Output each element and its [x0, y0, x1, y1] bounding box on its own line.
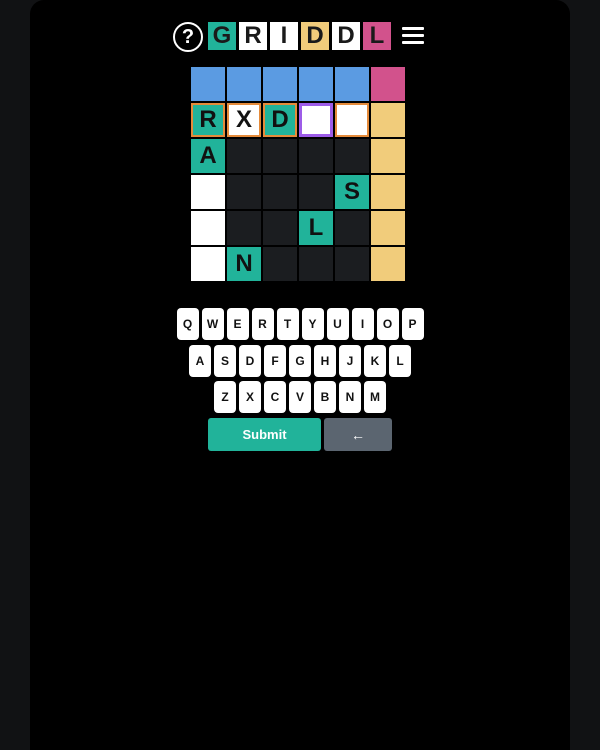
grid-cell[interactable]: N — [227, 247, 261, 281]
keyboard-row: ZXCVBNM — [0, 381, 600, 413]
grid-cell[interactable] — [335, 211, 369, 245]
grid-cell[interactable]: L — [299, 211, 333, 245]
key-x[interactable]: X — [239, 381, 261, 413]
grid-cell[interactable] — [335, 103, 369, 137]
key-n[interactable]: N — [339, 381, 361, 413]
key-e[interactable]: E — [226, 308, 249, 340]
key-d[interactable]: D — [239, 345, 261, 377]
key-m[interactable]: M — [364, 381, 386, 413]
row-clue-cell[interactable] — [371, 103, 405, 137]
key-s[interactable]: S — [214, 345, 236, 377]
grid-cell[interactable] — [263, 211, 297, 245]
grid-cell[interactable]: D — [263, 103, 297, 137]
column-clue-cell[interactable] — [299, 67, 333, 101]
logo-letter-tile: I — [270, 22, 298, 50]
logo-letter-tile: D — [301, 22, 329, 50]
submit-button[interactable]: Submit — [208, 418, 321, 451]
keyboard-action-row: Submit ← — [0, 418, 600, 451]
key-r[interactable]: R — [251, 308, 274, 340]
grid-cell[interactable] — [299, 247, 333, 281]
key-v[interactable]: V — [289, 381, 311, 413]
grid-cell[interactable] — [227, 139, 261, 173]
key-z[interactable]: Z — [214, 381, 236, 413]
grid-cell[interactable] — [299, 175, 333, 209]
grid-cell[interactable] — [335, 247, 369, 281]
hamburger-icon[interactable] — [402, 27, 424, 45]
key-q[interactable]: Q — [176, 308, 199, 340]
grid-cell[interactable] — [227, 211, 261, 245]
key-k[interactable]: K — [364, 345, 386, 377]
grid-cell[interactable] — [191, 247, 225, 281]
key-i[interactable]: I — [351, 308, 374, 340]
key-t[interactable]: T — [276, 308, 299, 340]
keyboard-row: ASDFGHJKL — [0, 345, 600, 377]
row-clue-cell[interactable] — [371, 175, 405, 209]
grid-cell[interactable] — [191, 175, 225, 209]
grid-cell[interactable] — [335, 139, 369, 173]
grid-cell[interactable] — [191, 211, 225, 245]
backspace-key[interactable]: ← — [324, 418, 392, 451]
grid-cell[interactable]: X — [227, 103, 261, 137]
row-clue-cell[interactable] — [371, 247, 405, 281]
key-f[interactable]: F — [264, 345, 286, 377]
key-l[interactable]: L — [389, 345, 411, 377]
grid-cell[interactable]: S — [335, 175, 369, 209]
grid-cell[interactable] — [263, 139, 297, 173]
column-clue-cell[interactable] — [335, 67, 369, 101]
key-y[interactable]: Y — [301, 308, 324, 340]
grid-cell[interactable] — [299, 139, 333, 173]
grid-cell[interactable] — [299, 103, 333, 137]
logo-letter-tile: L — [363, 22, 391, 50]
key-u[interactable]: U — [326, 308, 349, 340]
corner-clue-cell[interactable] — [371, 67, 405, 101]
column-clue-cell[interactable] — [263, 67, 297, 101]
key-b[interactable]: B — [314, 381, 336, 413]
key-h[interactable]: H — [314, 345, 336, 377]
key-c[interactable]: C — [264, 381, 286, 413]
column-clue-cell[interactable] — [191, 67, 225, 101]
grid-cell[interactable] — [263, 175, 297, 209]
row-clue-cell[interactable] — [371, 211, 405, 245]
puzzle-grid: RXD A SL N — [191, 67, 405, 281]
key-w[interactable]: W — [201, 308, 224, 340]
logo-letter-tile: D — [332, 22, 360, 50]
grid-cell[interactable] — [263, 247, 297, 281]
column-clue-cell[interactable] — [227, 67, 261, 101]
key-o[interactable]: O — [376, 308, 399, 340]
grid-cell[interactable]: R — [191, 103, 225, 137]
key-a[interactable]: A — [189, 345, 211, 377]
key-j[interactable]: J — [339, 345, 361, 377]
grid-cell[interactable]: A — [191, 139, 225, 173]
logo: GRIDDL — [208, 22, 391, 50]
grid-cell[interactable] — [227, 175, 261, 209]
help-icon[interactable]: ? — [173, 22, 203, 52]
key-g[interactable]: G — [289, 345, 311, 377]
row-clue-cell[interactable] — [371, 139, 405, 173]
arrow-left-icon: ← — [351, 426, 365, 443]
keyboard-row: QWERTYUIOP — [0, 308, 600, 340]
logo-letter-tile: R — [239, 22, 267, 50]
logo-letter-tile: G — [208, 22, 236, 50]
key-p[interactable]: P — [401, 308, 424, 340]
